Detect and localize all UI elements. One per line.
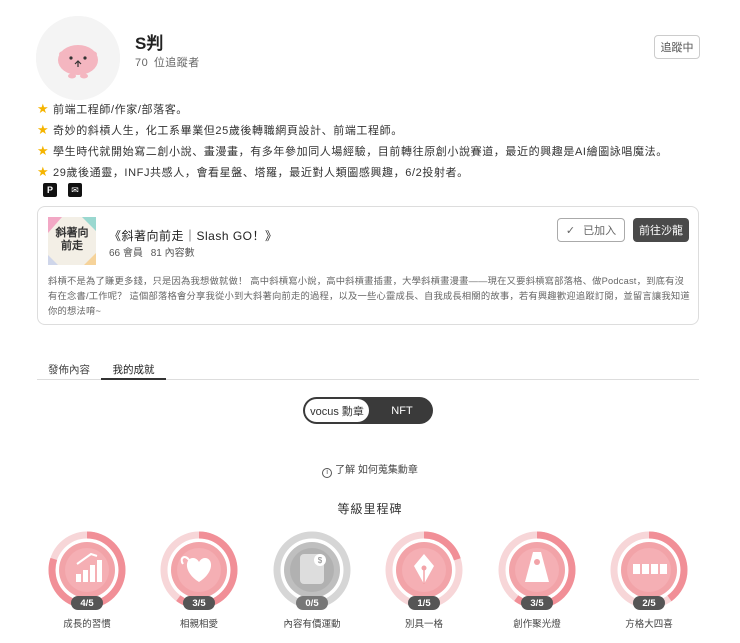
joined-label: 已加入 bbox=[583, 225, 617, 237]
bio-text: 奇妙的斜槓人生，化工系畢業但25歲後轉職網頁設計、前端工程師。 bbox=[53, 124, 403, 137]
badge-name: 相親相愛 bbox=[179, 619, 218, 630]
p-icon[interactable]: P bbox=[43, 183, 57, 197]
badge-item[interactable]: 3/5 創作聚光燈 bbox=[497, 530, 577, 643]
follower-count[interactable]: 70 位追蹤者 bbox=[135, 54, 202, 70]
bio-line: ★ 學生時代就開始寫二創小說、畫漫畫，有多年參加同人場經驗，目前轉往原創小說賽道… bbox=[37, 140, 697, 161]
tab-achievements[interactable]: 我的成就 bbox=[101, 362, 166, 380]
avatar[interactable] bbox=[36, 16, 120, 100]
publication-members: 66 會員 bbox=[109, 248, 143, 259]
tab-posts[interactable]: 發佈內容 bbox=[48, 362, 90, 380]
badge-name: 內容有價運動 bbox=[283, 619, 341, 630]
badge-item[interactable]: 2/5 方格大四喜 bbox=[609, 530, 689, 643]
badge-item[interactable]: 4/5 成長的習慣 bbox=[47, 530, 127, 643]
toggle-nft[interactable]: NFT bbox=[371, 397, 433, 424]
badge-item[interactable]: 3/5 相親相愛 bbox=[159, 530, 239, 643]
badge-name: 別具一格 bbox=[404, 619, 443, 630]
avatar-image bbox=[36, 16, 120, 100]
publication-title[interactable]: 《斜著向前走｜Slash GO！》 bbox=[109, 227, 278, 244]
badge-level: 1/5 bbox=[408, 596, 440, 610]
badge-name: 創作聚光燈 bbox=[513, 619, 561, 630]
badge-name: 成長的習慣 bbox=[63, 619, 111, 630]
svg-text:$: $ bbox=[318, 556, 323, 565]
badge-type-toggle[interactable]: vocus 勳章 NFT bbox=[303, 397, 433, 424]
go-to-salon-button[interactable]: 前往沙龍 bbox=[633, 218, 689, 242]
publication-card[interactable]: 斜著向前走 《斜著向前走｜Slash GO！》 66 會員 81 內容數 ✓ 已… bbox=[37, 206, 699, 325]
badge-name: 方格大四喜 bbox=[625, 619, 673, 630]
profile-tabs: 發佈內容 我的成就 bbox=[37, 362, 699, 380]
follow-button[interactable]: 追蹤中 bbox=[654, 35, 700, 59]
check-icon: ✓ bbox=[565, 224, 576, 237]
learn-badges-text: 了解 如何蒐集勳章 bbox=[335, 465, 418, 476]
publication-posts: 81 內容數 bbox=[150, 248, 195, 259]
learn-badges-link[interactable]: i 了解 如何蒐集勳章 bbox=[0, 461, 740, 478]
follower-count-label: 位追蹤者 bbox=[153, 57, 200, 69]
publication-description: 斜槓不是為了賺更多錢，只是因為我想做就做！ 高中斜槓寫小說，高中斜槓畫插畫，大學… bbox=[48, 276, 690, 316]
bio-line: ★ 29歲後通靈，INFJ共感人，會看星盤、塔羅，最近對人類圖感興趣，6/2投射… bbox=[37, 161, 697, 182]
badge-level: 0/5 bbox=[296, 596, 328, 610]
star-icon: ★ bbox=[37, 163, 50, 179]
publication-stats: 66 會員 81 內容數 bbox=[109, 244, 200, 259]
star-icon: ★ bbox=[37, 100, 50, 116]
bio-text: 29歲後通靈，INFJ共感人，會看星盤、塔羅，最近對人類圖感興趣，6/2投射者。 bbox=[53, 166, 469, 179]
bio: ★ 前端工程師/作家/部落客。 ★ 奇妙的斜槓人生，化工系畢業但25歲後轉職網頁… bbox=[37, 98, 697, 182]
joined-button[interactable]: ✓ 已加入 bbox=[557, 218, 625, 242]
social-links: P ✉ bbox=[43, 183, 82, 197]
badge-item[interactable]: $ 0/5 內容有價運動 bbox=[272, 530, 352, 643]
star-icon: ★ bbox=[37, 121, 50, 137]
badge-level: 3/5 bbox=[183, 596, 215, 610]
badge-level: 4/5 bbox=[71, 596, 103, 610]
bio-text: 前端工程師/作家/部落客。 bbox=[53, 103, 188, 116]
follower-count-value: 70 bbox=[135, 57, 149, 69]
mail-icon[interactable]: ✉ bbox=[68, 183, 82, 197]
profile-name: S判 bbox=[135, 34, 164, 53]
levels-title: 等級里程碑 bbox=[337, 502, 403, 516]
toggle-vocus-badges[interactable]: vocus 勳章 bbox=[304, 398, 370, 423]
bio-line: ★ 奇妙的斜槓人生，化工系畢業但25歲後轉職網頁設計、前端工程師。 bbox=[37, 119, 697, 140]
publication-thumbnail: 斜著向前走 bbox=[48, 217, 96, 265]
badge-level: 3/5 bbox=[521, 596, 553, 610]
bio-text: 學生時代就開始寫二創小說、畫漫畫，有多年參加同人場經驗，目前轉往原創小說賽道，最… bbox=[53, 145, 668, 158]
publication-thumbnail-text: 斜著向前走 bbox=[55, 226, 89, 252]
coin-icon: $ bbox=[300, 554, 326, 584]
bio-line: ★ 前端工程師/作家/部落客。 bbox=[37, 98, 697, 119]
star-icon: ★ bbox=[37, 142, 50, 158]
badge-item[interactable]: 1/5 別具一格 bbox=[384, 530, 464, 643]
info-icon: i bbox=[322, 468, 333, 478]
badge-level: 2/5 bbox=[633, 596, 665, 610]
